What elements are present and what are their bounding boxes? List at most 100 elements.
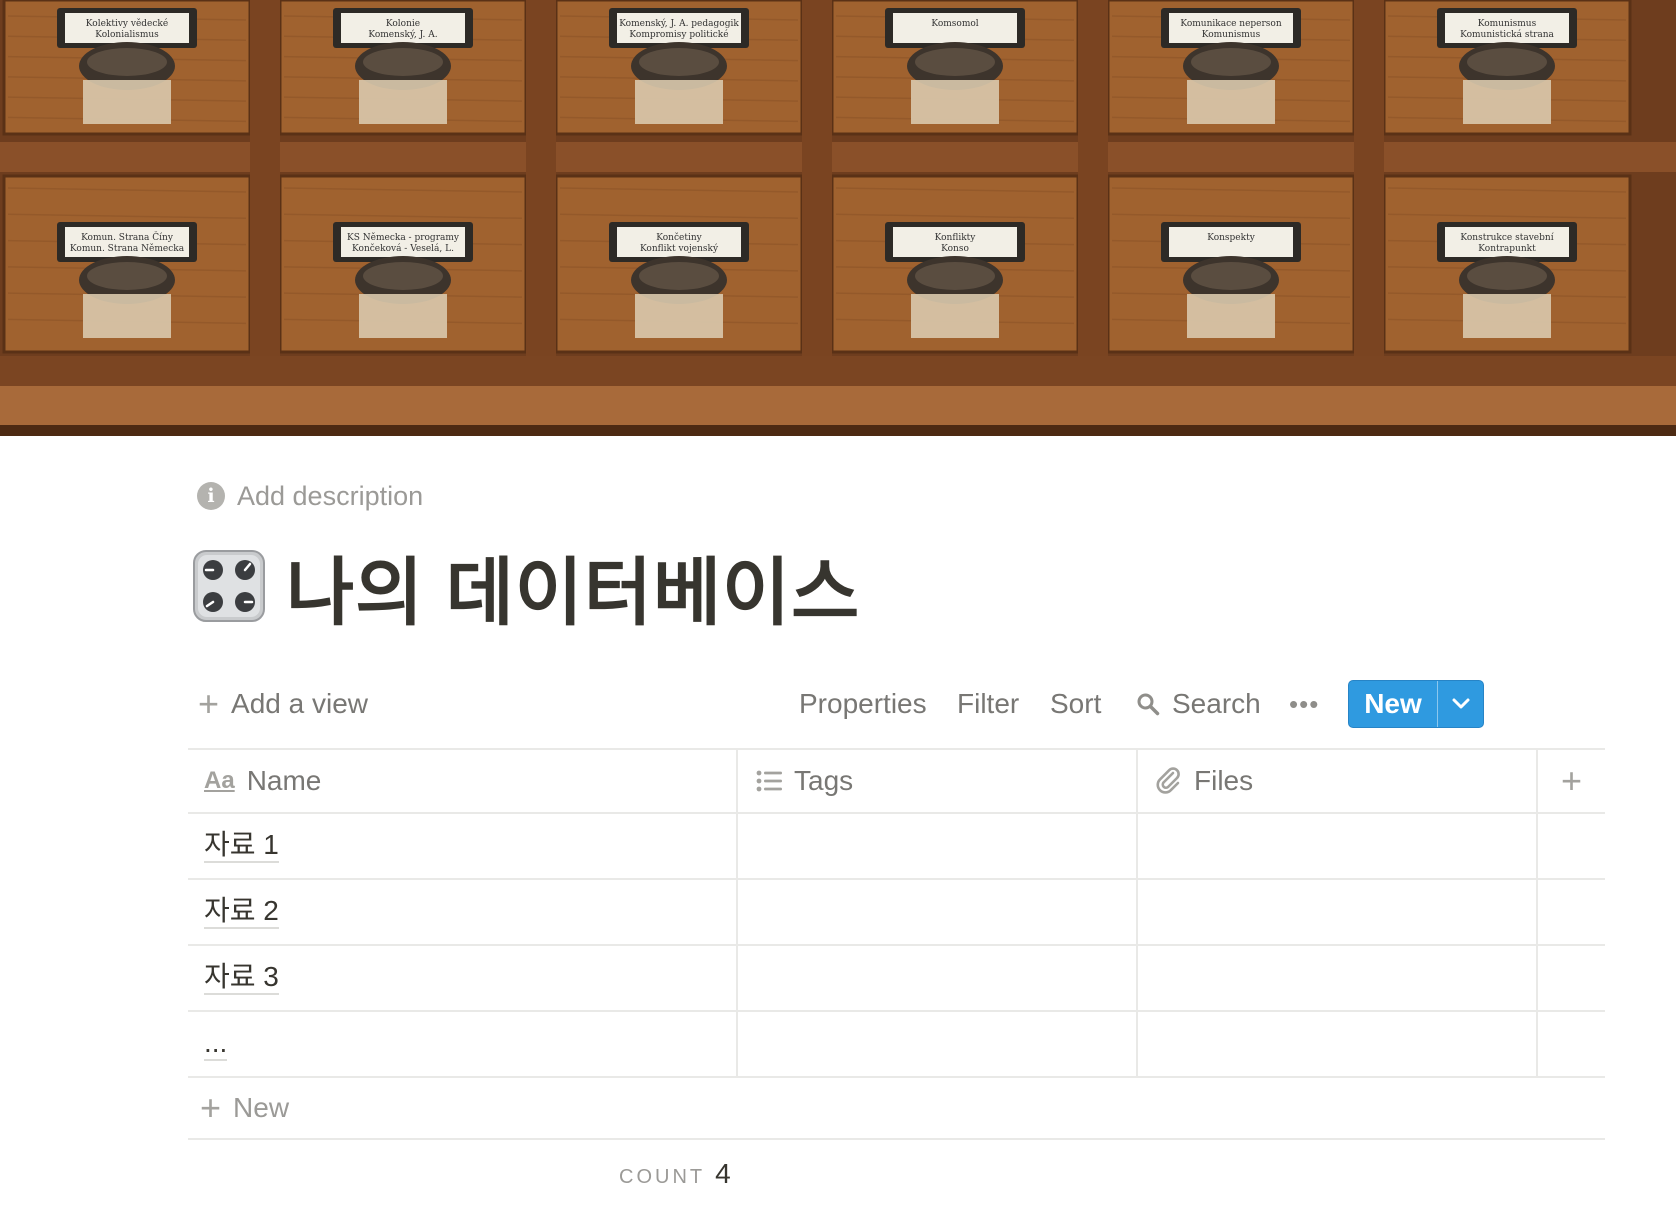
catalog-drawer: KolonieKomenský, J. A.: [278, 0, 528, 136]
catalog-drawer: Konstrukce stavebníKontrapunkt: [1382, 174, 1632, 354]
add-view-button[interactable]: + Add a view: [198, 678, 368, 730]
info-icon: i: [197, 482, 225, 510]
row-count[interactable]: COUNT 4: [619, 1158, 731, 1190]
empty-cell: [1538, 814, 1605, 878]
column-header-label: Tags: [794, 765, 854, 796]
paperclip-icon: [1156, 767, 1182, 795]
chevron-down-icon: [1452, 698, 1469, 709]
column-header-label: Files: [1194, 765, 1254, 796]
plus-icon: +: [200, 1087, 222, 1128]
database-toolbar: + Add a view Properties Filter Sort Sear…: [188, 678, 1488, 730]
column-header-tags[interactable]: Tags: [738, 750, 1138, 812]
drawer-label-text: Končeková - Veselá, L.: [352, 243, 454, 254]
properties-button[interactable]: Properties: [799, 678, 927, 730]
add-column-button[interactable]: +: [1538, 750, 1605, 812]
filter-button[interactable]: Filter: [957, 678, 1019, 730]
add-description-label: Add description: [237, 480, 424, 511]
new-row-label: New: [233, 1092, 290, 1123]
catalog-drawer: Komenský, J. A. pedagogikKompromisy poli…: [554, 0, 804, 136]
catalog-drawer: Komunikace nepersonKomunismus: [1106, 0, 1356, 136]
page-title-row: 나의 데이터베이스: [192, 540, 860, 634]
files-cell[interactable]: [1138, 880, 1538, 944]
drawer-label-text: Komsomol: [931, 19, 978, 29]
count-value: 4: [715, 1158, 731, 1189]
drawer-label-text: Komun. Strana Číny: [81, 231, 174, 243]
tags-cell[interactable]: [738, 880, 1138, 944]
plus-icon: +: [1560, 760, 1583, 801]
row-name[interactable]: 자료 3: [204, 961, 279, 995]
empty-cell: [1538, 1012, 1605, 1076]
drawer-label-text: Kontrapunkt: [1478, 244, 1536, 254]
control-knobs-icon[interactable]: [192, 549, 266, 623]
plus-icon: +: [198, 683, 220, 724]
name-cell[interactable]: 자료 3: [188, 946, 738, 1010]
files-cell[interactable]: [1138, 814, 1538, 878]
catalog-drawer: KomunismusKomunistická strana: [1382, 0, 1632, 136]
add-view-label: Add a view: [231, 688, 368, 719]
more-icon: •••: [1289, 688, 1320, 719]
files-cell[interactable]: [1138, 946, 1538, 1010]
tags-cell[interactable]: [738, 1012, 1138, 1076]
catalog-drawer: Komsomol: [830, 0, 1080, 136]
catalog-drawer: Komun. Strana ČínyKomun. Strana Německa: [2, 174, 252, 354]
row-name[interactable]: ...: [204, 1027, 228, 1061]
column-header-label: Name: [246, 765, 322, 796]
add-description[interactable]: i Add description: [197, 478, 423, 514]
row-name[interactable]: 자료 2: [204, 895, 279, 929]
search-icon: [1137, 693, 1160, 716]
page-title[interactable]: 나의 데이터베이스: [286, 533, 860, 640]
search-label: Search: [1172, 688, 1261, 719]
row-name[interactable]: 자료 1: [204, 829, 279, 863]
empty-cell: [1538, 946, 1605, 1010]
new-button-group: New: [1348, 680, 1484, 728]
catalog-drawer: Kolektivy vědeckéKolonialismus: [2, 0, 252, 136]
drawer-label-text: Komenský, J. A. pedagogik: [619, 18, 739, 29]
empty-cell: [1538, 880, 1605, 944]
drawer-label-text: Komunikace neperson: [1180, 19, 1282, 29]
cover-image: Kolektivy vědecké Kolonialismus Kolonie Kom…: [0, 0, 1676, 436]
filter-label: Filter: [957, 688, 1020, 719]
drawer-label-text: Kolonialismus: [95, 30, 159, 40]
drawer-label-text: Konso: [941, 244, 969, 254]
list-icon: [756, 770, 782, 792]
table-row[interactable]: ...: [188, 1012, 1605, 1078]
name-cell[interactable]: 자료 1: [188, 814, 738, 878]
more-options-button[interactable]: •••: [1289, 678, 1319, 730]
drawer-label-text: Komunistická strana: [1460, 29, 1554, 40]
table-row[interactable]: 자료 2: [188, 880, 1605, 946]
tags-cell[interactable]: [738, 814, 1138, 878]
drawer-label-text: KS Německa - programy: [347, 232, 460, 243]
count-label: COUNT: [619, 1166, 706, 1188]
table-row[interactable]: 자료 3: [188, 946, 1605, 1012]
catalog-drawer: KonfliktyKonso: [830, 174, 1080, 354]
properties-label: Properties: [799, 688, 927, 719]
text-type-icon: Aa: [204, 767, 235, 794]
tags-cell[interactable]: [738, 946, 1138, 1010]
drawer-label-text: Kompromisy politické: [629, 29, 728, 40]
files-cell[interactable]: [1138, 1012, 1538, 1076]
name-cell[interactable]: 자료 2: [188, 880, 738, 944]
database-table: Aa Name Tags Files + 자료 1 자료 2 자료 3 ... …: [188, 748, 1605, 1140]
catalog-drawer: Konspekty: [1106, 174, 1356, 354]
drawer-label-text: Komun. Strana Německa: [70, 243, 185, 254]
new-row-button[interactable]: + New: [188, 1078, 1605, 1140]
column-header-files[interactable]: Files: [1138, 750, 1538, 812]
drawer-label-text: Konflikt vojenský: [640, 243, 719, 254]
name-cell[interactable]: ...: [188, 1012, 738, 1076]
new-dropdown-button[interactable]: [1438, 681, 1483, 727]
table-header-row: Aa Name Tags Files +: [188, 748, 1605, 814]
sort-button[interactable]: Sort: [1050, 678, 1101, 730]
drawer-label-text: Končetiny: [656, 232, 702, 243]
drawer-label-text: Konflikty: [935, 233, 977, 243]
drawer-label-text: Kolektivy vědecké: [86, 18, 168, 29]
sort-label: Sort: [1050, 688, 1102, 719]
new-button[interactable]: New: [1349, 681, 1437, 727]
search-button[interactable]: Search: [1136, 678, 1261, 730]
drawer-label-text: Konspekty: [1207, 233, 1255, 243]
column-header-name[interactable]: Aa Name: [188, 750, 738, 812]
drawer-label-text: Kolonie: [386, 19, 420, 29]
card-catalog-drawers: Kolektivy vědeckéKolonialismusKolonieKom…: [0, 0, 1676, 436]
table-row[interactable]: 자료 1: [188, 814, 1605, 880]
drawer-label-text: Konstrukce stavební: [1460, 232, 1553, 243]
drawer-label-text: Komunismus: [1202, 30, 1261, 40]
